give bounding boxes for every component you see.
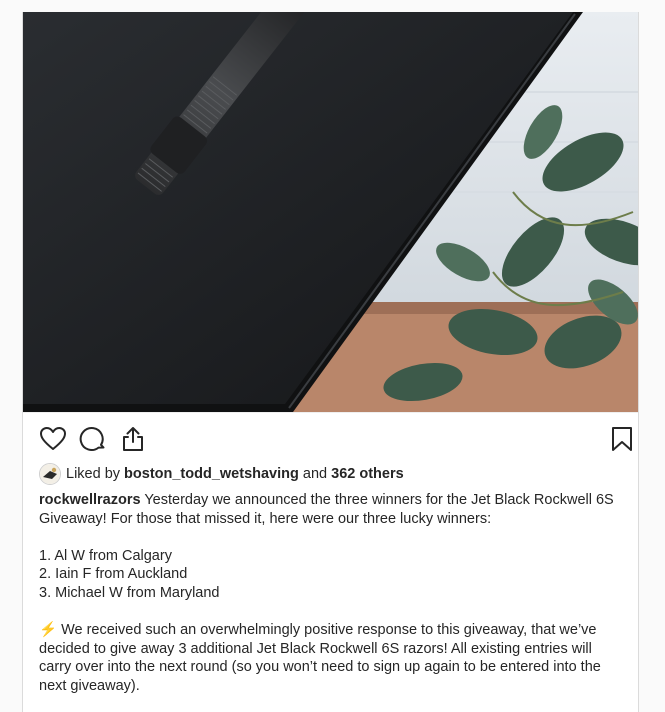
likes-joiner: and bbox=[302, 466, 328, 482]
winner-item: 2. Iain F from Auckland bbox=[39, 566, 188, 583]
likes-summary: Liked by boston_todd_wetshaving and 362 … bbox=[39, 461, 638, 487]
comment-icon[interactable] bbox=[79, 425, 107, 453]
likes-others-link[interactable]: 362 others bbox=[331, 466, 404, 482]
caption-username[interactable]: rockwellrazors bbox=[39, 492, 141, 508]
caption-followup-paragraph: ⚡ We received such an overwhelmingly posi… bbox=[39, 621, 622, 695]
post-caption: rockwellrazors Yesterday we announced th… bbox=[23, 491, 638, 696]
liker-avatar[interactable] bbox=[39, 463, 61, 485]
liker-username[interactable]: boston_todd_wetshaving bbox=[124, 466, 299, 482]
likes-prefix: Liked by bbox=[66, 466, 121, 482]
post-actions bbox=[23, 413, 638, 461]
heart-icon[interactable] bbox=[39, 425, 67, 453]
post-image[interactable] bbox=[23, 12, 638, 413]
caption-followup-text: We received such an overwhelmingly posit… bbox=[39, 622, 601, 694]
lightning-icon: ⚡ bbox=[39, 622, 58, 639]
caption-intro-paragraph: rockwellrazors Yesterday we announced th… bbox=[39, 491, 622, 528]
winner-item: 1. Al W from Calgary bbox=[39, 547, 172, 564]
winner-item: 3. Michael W from Maryland bbox=[39, 584, 220, 601]
bookmark-icon[interactable] bbox=[610, 425, 634, 453]
share-icon[interactable] bbox=[119, 425, 147, 453]
post-card: Liked by boston_todd_wetshaving and 362 … bbox=[22, 12, 639, 712]
